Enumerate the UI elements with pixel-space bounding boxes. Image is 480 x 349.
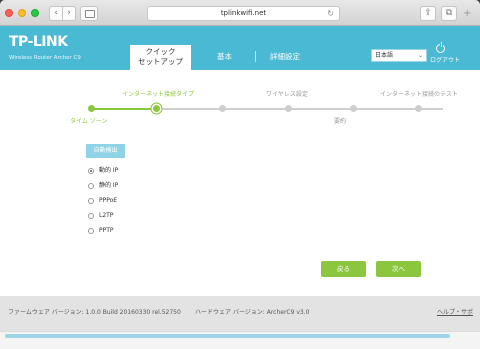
reload-icon[interactable]: ↻ bbox=[327, 7, 334, 20]
new-tab-icon[interactable]: + bbox=[463, 9, 471, 19]
language-value: 日本語 bbox=[375, 52, 394, 59]
footer: ファームウェア バージョン: 1.0.0 Build 20160330 rel.… bbox=[0, 296, 480, 331]
chevron-down-icon: ⌄ bbox=[417, 52, 423, 59]
browser-toolbar: ‹ › tplinkwifi.net ↻ ⇪ ⧉ + bbox=[0, 0, 480, 26]
radio-dynamic-ip-label: 動的 IP bbox=[99, 167, 119, 174]
step-dot-internet-type bbox=[153, 105, 160, 112]
step-dot-summary bbox=[350, 105, 357, 112]
radio-l2tp-circle[interactable] bbox=[88, 213, 94, 219]
step-dot-test bbox=[415, 105, 422, 112]
radio-pppoe-label: PPPoE bbox=[99, 197, 118, 204]
radio-pppoe-circle[interactable] bbox=[88, 198, 94, 204]
tplink-logo: TP-LINK bbox=[9, 34, 68, 50]
back-button[interactable]: 戻る bbox=[321, 261, 366, 277]
radio-pptp-label: PPTP bbox=[99, 227, 114, 234]
next-button[interactable]: 次へ bbox=[376, 261, 421, 277]
auto-detect-button[interactable]: 自動検出 bbox=[86, 144, 125, 158]
back-icon[interactable]: ‹ bbox=[49, 6, 63, 21]
radio-l2tp-label: L2TP bbox=[99, 212, 114, 219]
tabs-overview-icon[interactable]: ⧉ bbox=[441, 6, 457, 21]
minimize-window-icon[interactable] bbox=[18, 9, 26, 17]
step-wireless-label: ワイヤレス設定 bbox=[266, 91, 308, 98]
url-text: tplinkwifi.net bbox=[220, 9, 267, 17]
progress-track-done bbox=[91, 108, 156, 110]
radio-pptp-circle[interactable] bbox=[88, 228, 94, 234]
tab-quick-setup[interactable]: クイック セットアップ bbox=[130, 45, 191, 70]
step-dot-timezone bbox=[88, 105, 95, 112]
radio-static-ip-label: 静的 IP bbox=[99, 182, 119, 189]
share-icon[interactable]: ⇪ bbox=[420, 6, 436, 21]
step-dot-wireless bbox=[285, 105, 292, 112]
router-model: Wireless Router Archer C9 bbox=[9, 55, 81, 61]
forward-icon[interactable]: › bbox=[62, 6, 76, 21]
power-icon[interactable] bbox=[436, 42, 445, 53]
main-content: インターネット接続タイプ ワイヤレス設定 インターネット接続のテスト タイム ゾ… bbox=[0, 70, 480, 296]
help-support-link[interactable]: ヘルプ・サポ bbox=[437, 309, 473, 317]
radio-static-ip-circle[interactable] bbox=[88, 183, 94, 189]
tab-basic[interactable]: 基本 bbox=[217, 52, 232, 62]
firmware-version: ファームウェア バージョン: 1.0.0 Build 20160330 rel.… bbox=[8, 309, 181, 316]
hardware-version: ハードウェア バージョン: ArcherC9 v3.0 bbox=[195, 309, 310, 316]
browser-window: ‹ › tplinkwifi.net ↻ ⇪ ⧉ + TP-LINK Wirel… bbox=[0, 0, 480, 349]
zoom-window-icon[interactable] bbox=[31, 9, 39, 17]
step-summary-label: 要約 bbox=[334, 118, 347, 125]
tab-divider bbox=[255, 51, 256, 62]
step-test-label: インターネット接続のテスト bbox=[380, 91, 459, 98]
scrollbar-thumb[interactable] bbox=[5, 334, 450, 338]
router-header: TP-LINK Wireless Router Archer C9 bbox=[0, 26, 480, 70]
tab-quick-setup-label: クイック セットアップ bbox=[138, 47, 183, 66]
close-window-icon[interactable] bbox=[5, 9, 13, 17]
step-internet-type-label: インターネット接続タイプ bbox=[122, 91, 195, 98]
logout-label[interactable]: ログアウト bbox=[430, 57, 460, 64]
sidebar-icon[interactable] bbox=[80, 6, 98, 21]
language-select[interactable]: 日本語 ⌄ bbox=[371, 49, 427, 62]
radio-dynamic-ip-circle[interactable] bbox=[88, 168, 94, 174]
step-timezone-label: タイム ゾーン bbox=[70, 118, 108, 125]
horizontal-scrollbar[interactable] bbox=[0, 331, 480, 349]
tab-advanced[interactable]: 詳細設定 bbox=[270, 52, 300, 62]
step-dot-3 bbox=[219, 105, 226, 112]
address-bar[interactable]: tplinkwifi.net ↻ bbox=[147, 6, 340, 21]
